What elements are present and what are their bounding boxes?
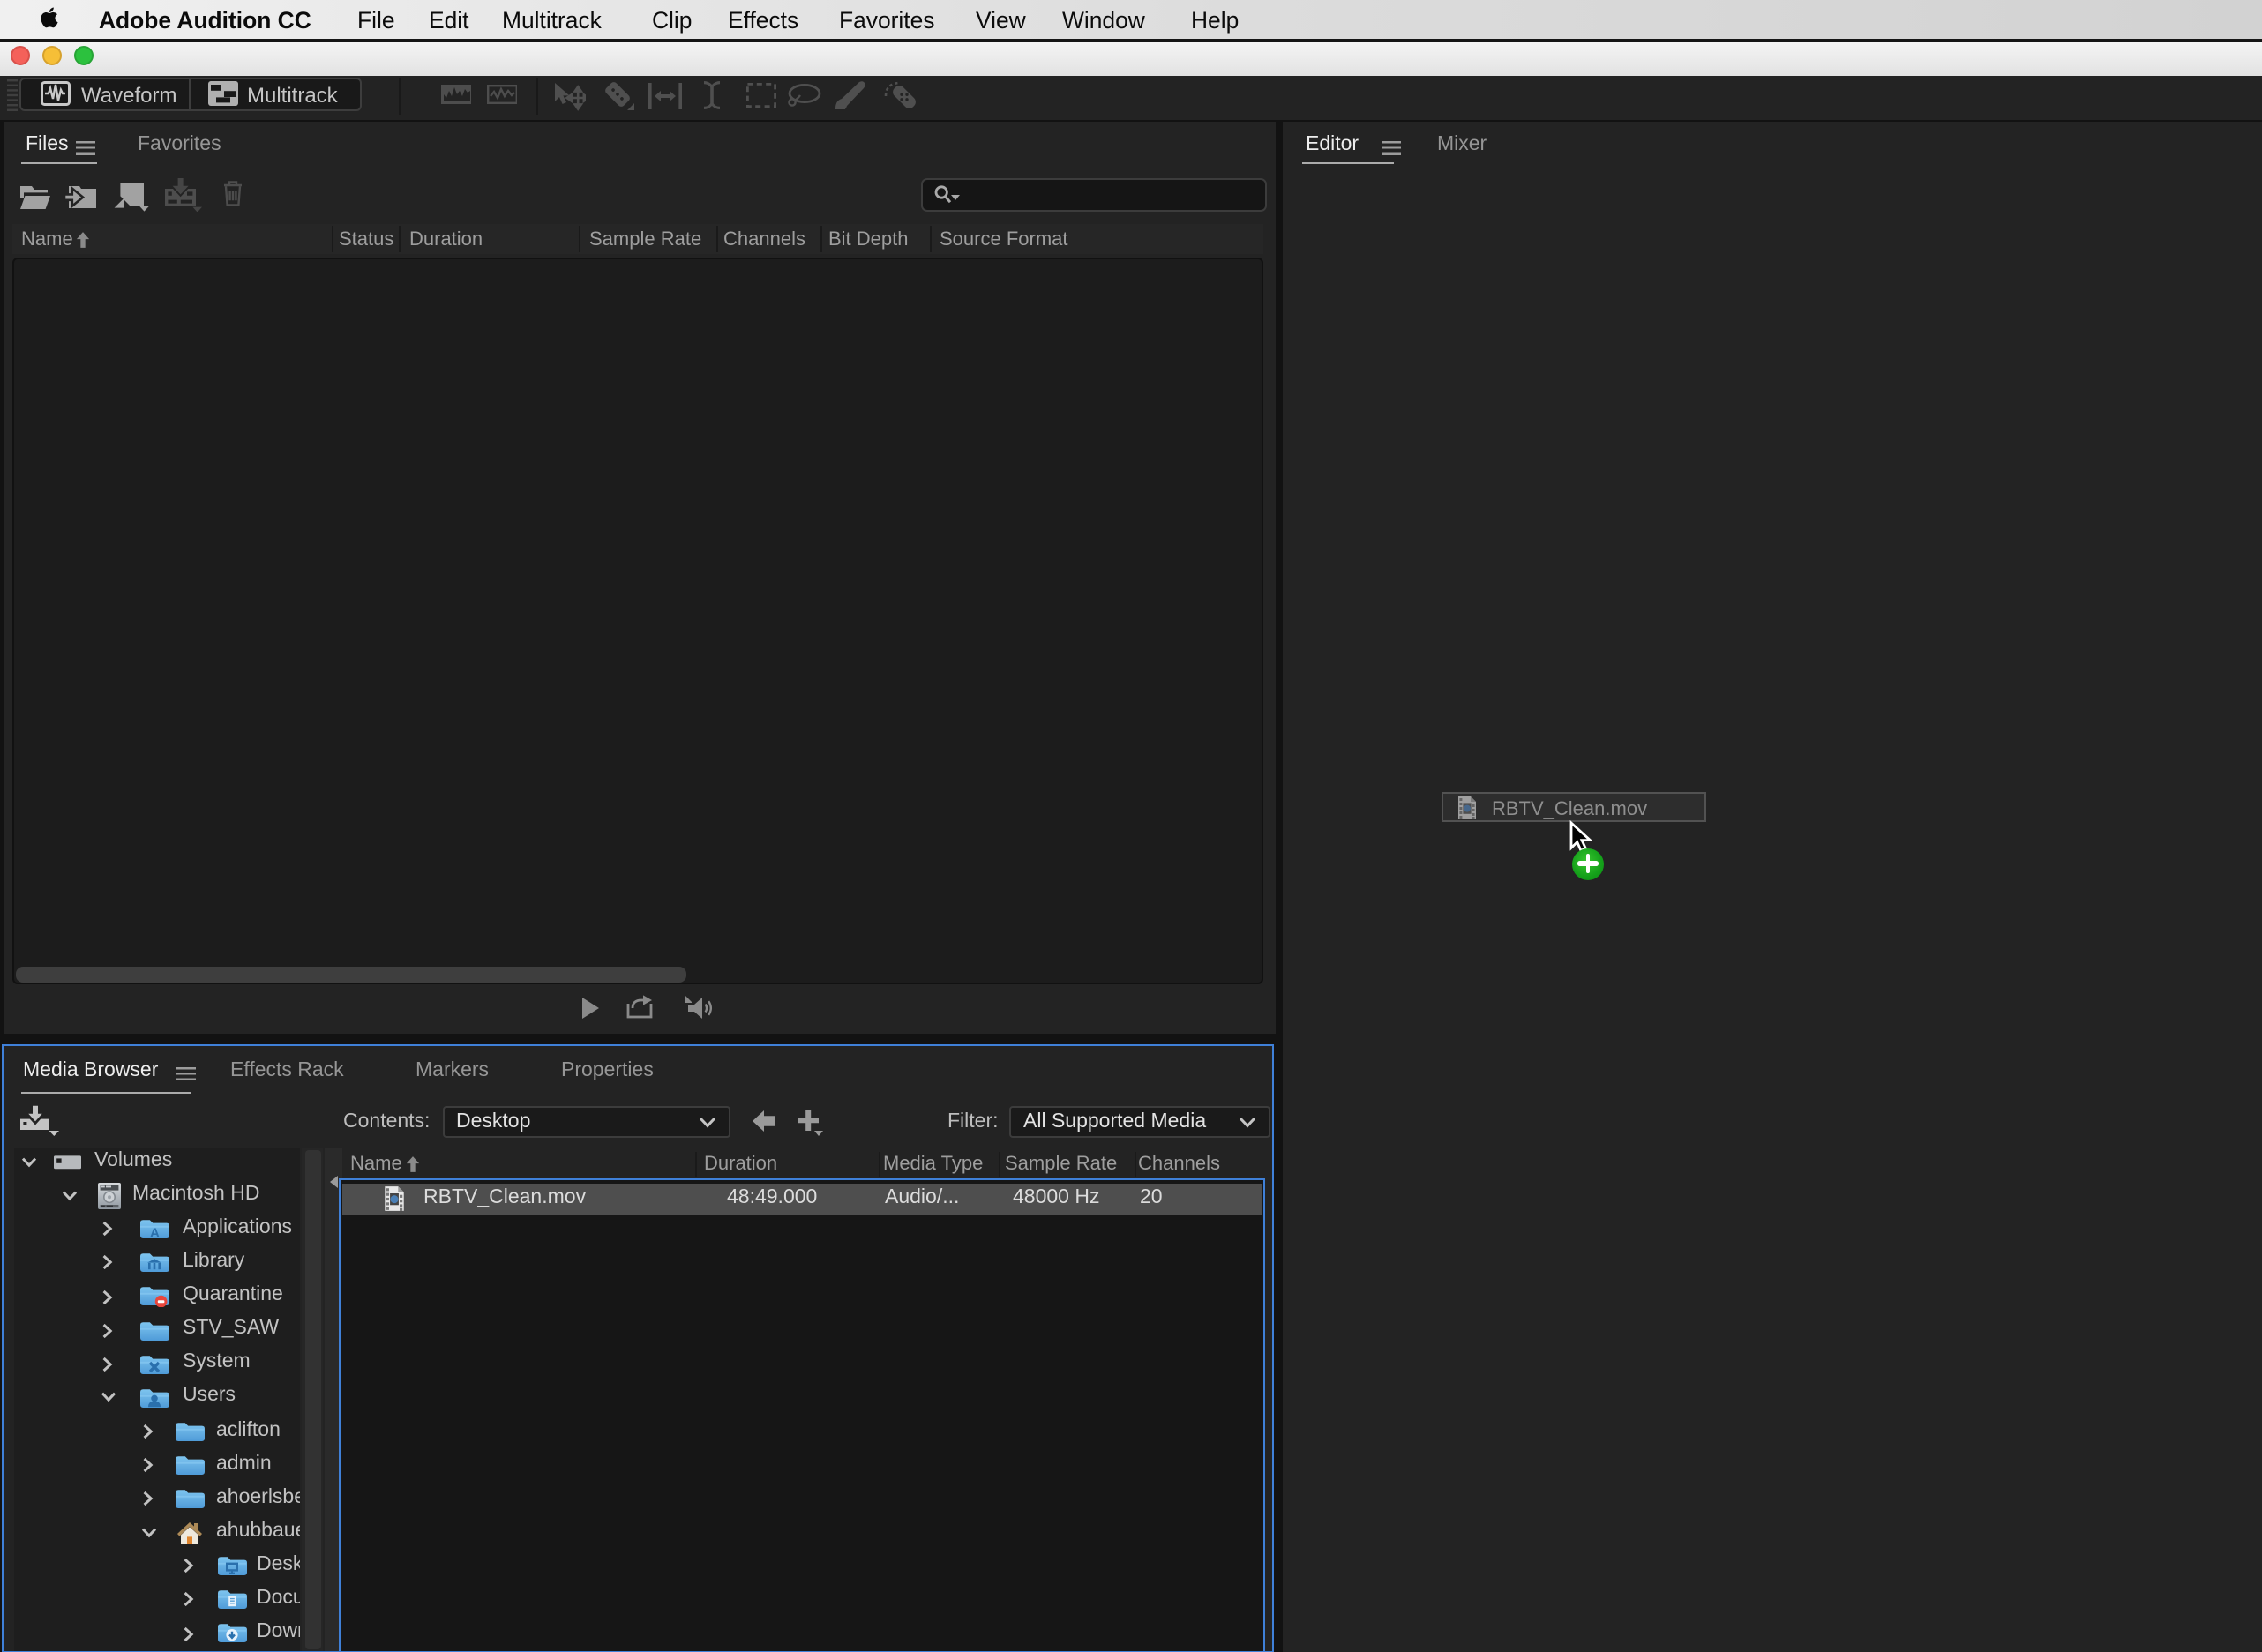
- svg-text:A: A: [150, 1226, 160, 1240]
